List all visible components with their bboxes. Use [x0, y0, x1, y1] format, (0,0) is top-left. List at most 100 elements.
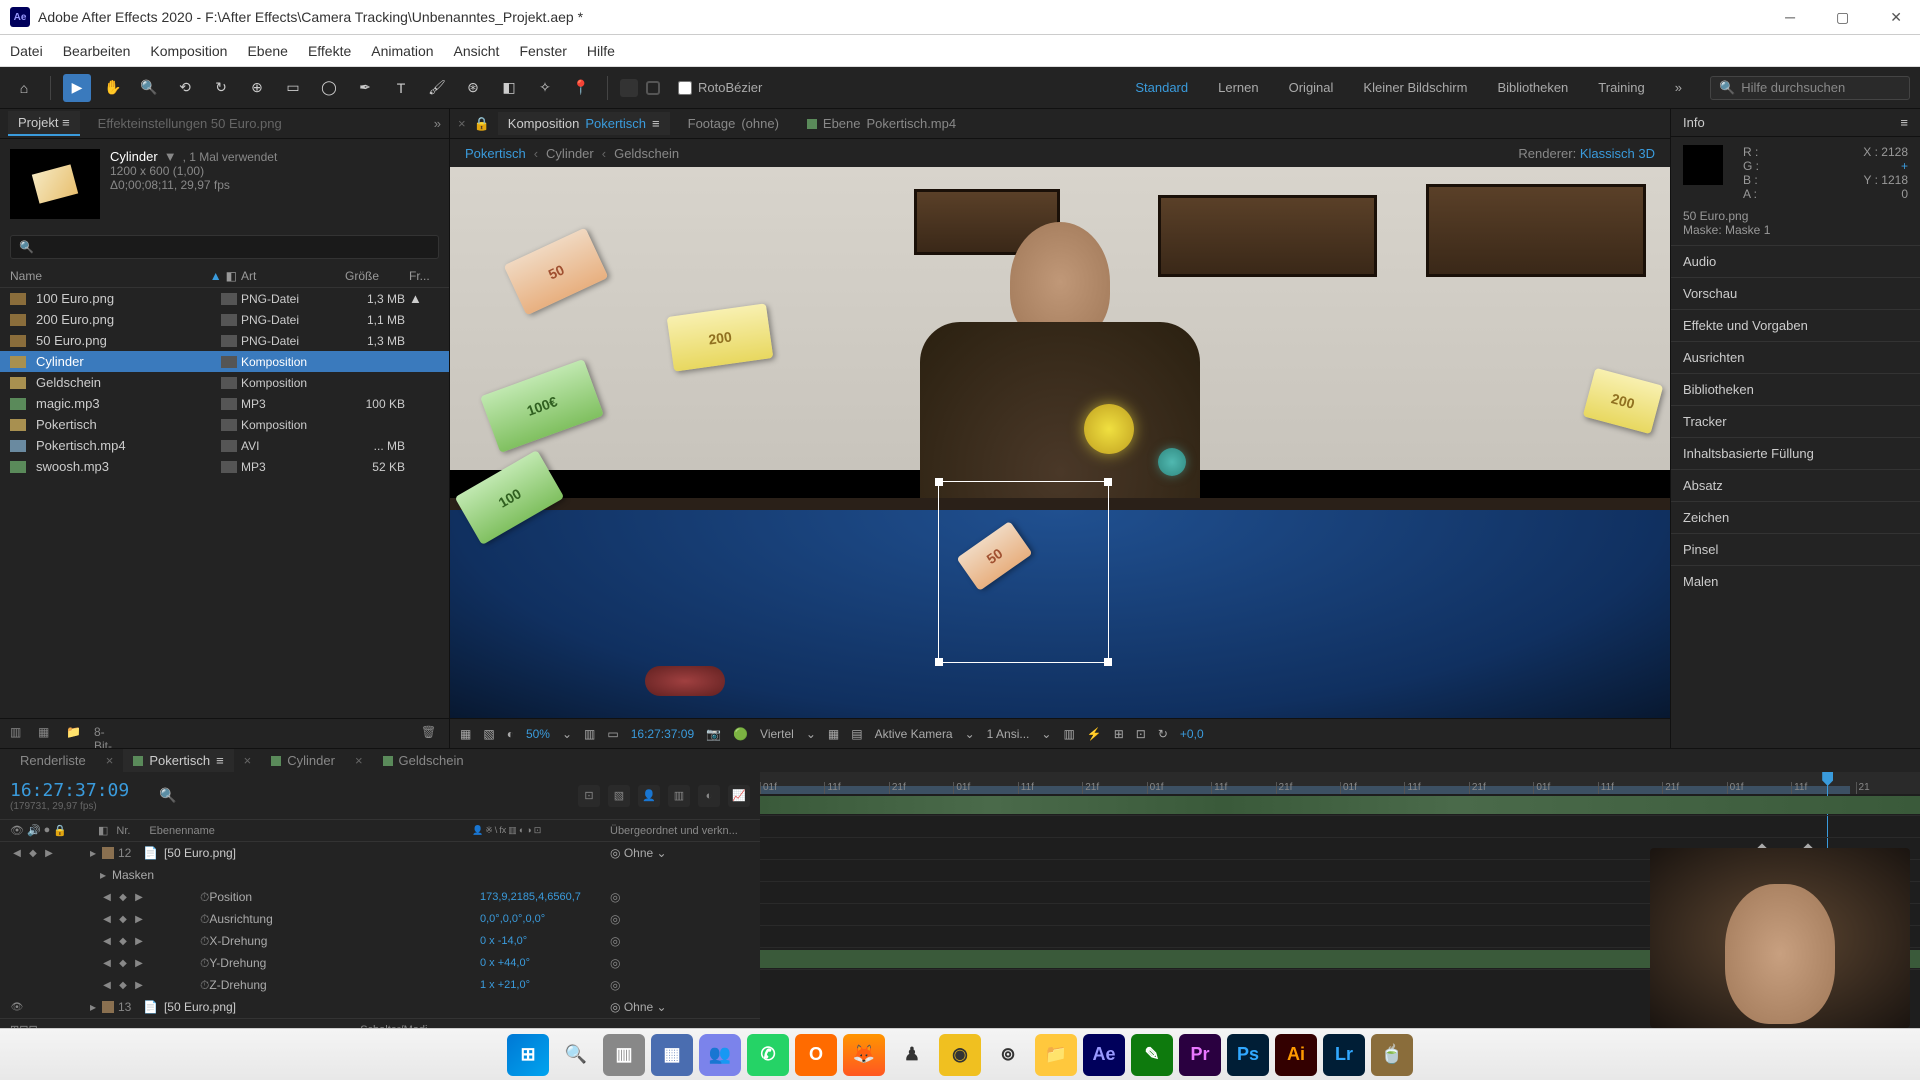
- app-orange-icon[interactable]: O: [795, 1034, 837, 1076]
- menu-komposition[interactable]: Komposition: [150, 43, 227, 59]
- layer-row-13[interactable]: 👁 ▸ 13 📄 [50 Euro.png] ◎ Ohne ⌄: [0, 996, 760, 1018]
- masken-row[interactable]: ▸ Masken: [0, 864, 760, 886]
- close-button[interactable]: ✕: [1882, 5, 1910, 30]
- menu-bearbeiten[interactable]: Bearbeiten: [63, 43, 131, 59]
- pan-behind-tool-icon[interactable]: ⊕: [243, 74, 271, 102]
- brush-tool-icon[interactable]: 🖌: [423, 74, 451, 102]
- workspace-standard[interactable]: Standard: [1135, 80, 1188, 95]
- taskbar-search-icon[interactable]: 🔍: [555, 1034, 597, 1076]
- zoom-dropdown[interactable]: 50%: [526, 727, 550, 741]
- obs-icon[interactable]: ⊚: [987, 1034, 1029, 1076]
- tab-timeline-pokertisch[interactable]: Pokertisch ≡: [123, 749, 233, 772]
- menu-ebene[interactable]: Ebene: [247, 43, 287, 59]
- app-figure-icon[interactable]: ♟: [891, 1034, 933, 1076]
- menu-effekte[interactable]: Effekte: [308, 43, 351, 59]
- task-view-icon[interactable]: ▥: [603, 1034, 645, 1076]
- side-panel-header[interactable]: Tracker: [1671, 405, 1920, 437]
- label-color-icon[interactable]: [221, 293, 237, 305]
- side-panel-header[interactable]: Zeichen: [1671, 501, 1920, 533]
- menu-hilfe[interactable]: Hilfe: [587, 43, 615, 59]
- fill-swatch-icon[interactable]: [620, 79, 638, 97]
- firefox-icon[interactable]: 🦊: [843, 1034, 885, 1076]
- label-color-icon[interactable]: [221, 377, 237, 389]
- help-search-input[interactable]: 🔍 Hilfe durchsuchen: [1710, 76, 1910, 100]
- preview-timecode[interactable]: 16:27:37:09: [631, 727, 694, 741]
- transform-property-row[interactable]: ◀◆▶⏱ Ausrichtung0,0°,0,0°,0,0°◎: [0, 908, 760, 930]
- trash-icon[interactable]: 🗑: [421, 725, 439, 743]
- motion-blur-icon[interactable]: ◐: [698, 785, 720, 807]
- timeline-search-icon[interactable]: 🔍: [159, 787, 176, 804]
- app-green-icon[interactable]: ✎: [1131, 1034, 1173, 1076]
- app-brown-icon[interactable]: 🍵: [1371, 1034, 1413, 1076]
- layer-row-12[interactable]: ◀◆▶ ▸ 12 📄 [50 Euro.png] ◎ Ohne ⌄: [0, 842, 760, 864]
- hand-tool-icon[interactable]: ✋: [99, 74, 127, 102]
- explorer-icon[interactable]: 📁: [1035, 1034, 1077, 1076]
- project-item[interactable]: swoosh.mp3MP352 KB: [0, 456, 449, 477]
- project-item[interactable]: 200 Euro.pngPNG-Datei1,1 MB: [0, 309, 449, 330]
- side-panel-header[interactable]: Effekte und Vorgaben: [1671, 309, 1920, 341]
- project-item[interactable]: GeldscheinKomposition: [0, 372, 449, 393]
- workspace-kleiner[interactable]: Kleiner Bildschirm: [1363, 80, 1467, 95]
- exposure-value[interactable]: +0,0: [1180, 727, 1204, 741]
- project-item[interactable]: 100 Euro.pngPNG-Datei1,3 MB▲: [0, 288, 449, 309]
- renderer-dropdown[interactable]: Klassisch 3D: [1580, 146, 1655, 161]
- project-item[interactable]: PokertischKomposition: [0, 414, 449, 435]
- new-folder-icon[interactable]: 📁: [66, 725, 84, 743]
- breadcrumb-geldschein[interactable]: Geldschein: [614, 146, 679, 161]
- pixel-aspect-icon[interactable]: ▥: [1063, 727, 1074, 741]
- side-panel-header[interactable]: Malen: [1671, 565, 1920, 597]
- label-color-icon[interactable]: [221, 440, 237, 452]
- menu-fenster[interactable]: Fenster: [519, 43, 566, 59]
- minimize-button[interactable]: ─: [1777, 5, 1803, 30]
- shy-toggle-icon[interactable]: 👤: [638, 785, 660, 807]
- whatsapp-icon[interactable]: ✆: [747, 1034, 789, 1076]
- rotate-tool-icon[interactable]: ↻: [207, 74, 235, 102]
- side-panel-header[interactable]: Ausrichten: [1671, 341, 1920, 373]
- clone-tool-icon[interactable]: ⊛: [459, 74, 487, 102]
- rotobezier-checkbox[interactable]: RotoBézier: [678, 80, 762, 95]
- lock-col-icon[interactable]: 🔒: [53, 824, 67, 837]
- tab-timeline-cylinder[interactable]: Cylinder: [261, 749, 345, 772]
- layer-selection-box[interactable]: [938, 481, 1109, 663]
- type-tool-icon[interactable]: T: [387, 74, 415, 102]
- lightroom-icon[interactable]: Lr: [1323, 1034, 1365, 1076]
- label-color-icon[interactable]: [221, 356, 237, 368]
- quality-dropdown[interactable]: Viertel: [760, 727, 794, 741]
- stroke-swatch-icon[interactable]: [646, 81, 660, 95]
- premiere-icon[interactable]: Pr: [1179, 1034, 1221, 1076]
- channel-icon[interactable]: 🟢: [733, 727, 748, 741]
- workspace-lernen[interactable]: Lernen: [1218, 80, 1258, 95]
- pen-tool-icon[interactable]: ✒: [351, 74, 379, 102]
- tab-komposition[interactable]: Komposition Pokertisch ≡: [498, 112, 670, 135]
- label-color-icon[interactable]: [221, 314, 237, 326]
- draft3d-icon[interactable]: ▧: [608, 785, 630, 807]
- eraser-tool-icon[interactable]: ◧: [495, 74, 523, 102]
- zoom-tool-icon[interactable]: 🔍: [135, 74, 163, 102]
- roto-tool-icon[interactable]: ✧: [531, 74, 559, 102]
- views-dropdown[interactable]: 1 Ansi...: [987, 727, 1030, 741]
- ellipse-tool-icon[interactable]: ◯: [315, 74, 343, 102]
- side-panel-header[interactable]: Vorschau: [1671, 277, 1920, 309]
- graph-editor-icon[interactable]: 📈: [728, 785, 750, 807]
- project-item[interactable]: magic.mp3MP3100 KB: [0, 393, 449, 414]
- mask-toggle-icon[interactable]: ◐: [507, 727, 514, 741]
- menu-ansicht[interactable]: Ansicht: [454, 43, 500, 59]
- new-comp-icon[interactable]: ▦: [38, 725, 56, 743]
- roi-icon[interactable]: ▭: [607, 727, 618, 741]
- snapshot-icon[interactable]: 📷: [706, 727, 721, 741]
- breadcrumb-pokertisch[interactable]: Pokertisch: [465, 146, 526, 161]
- tracker-point-marker[interactable]: [1158, 448, 1186, 476]
- comp-tab-lock-icon[interactable]: 🔒: [474, 116, 490, 132]
- audio-col-icon[interactable]: 🔊: [27, 824, 41, 837]
- exposure-reset-icon[interactable]: ↻: [1158, 727, 1168, 741]
- tab-footage[interactable]: Footage (ohne): [678, 112, 789, 135]
- project-column-headers[interactable]: Name ▲ ◧ Art Größe Fr...: [0, 265, 449, 288]
- tab-renderliste[interactable]: Renderliste: [10, 749, 96, 772]
- label-color-icon[interactable]: [221, 461, 237, 473]
- after-effects-icon[interactable]: Ae: [1083, 1034, 1125, 1076]
- camera-dropdown[interactable]: Aktive Kamera: [875, 727, 953, 741]
- solo-col-icon[interactable]: ●: [44, 824, 51, 837]
- orbit-tool-icon[interactable]: ⟲: [171, 74, 199, 102]
- project-item[interactable]: 50 Euro.pngPNG-Datei1,3 MB: [0, 330, 449, 351]
- menu-datei[interactable]: Datei: [10, 43, 43, 59]
